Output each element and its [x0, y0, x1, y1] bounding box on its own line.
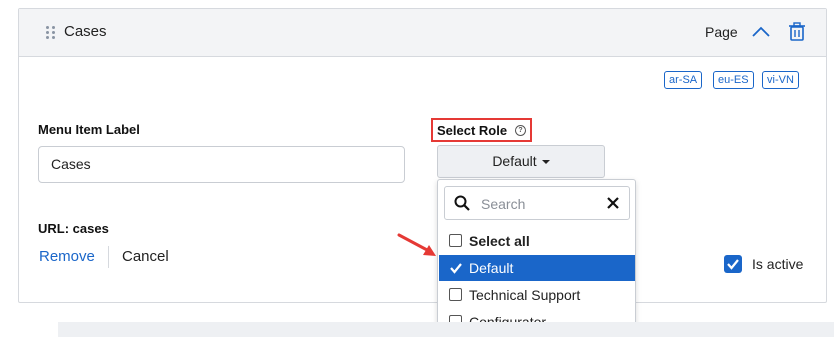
role-dropdown-button[interactable]: Default [437, 145, 605, 178]
divider [108, 246, 109, 268]
checkbox[interactable] [449, 288, 462, 301]
panel-header: Cases Page [19, 9, 826, 57]
caret-down-icon [541, 160, 550, 165]
drag-handle-icon[interactable] [46, 26, 56, 40]
next-panel-edge [58, 322, 834, 337]
role-dropdown-menu: Search Select all Default Technical Supp… [437, 179, 636, 334]
help-icon[interactable]: ? [515, 125, 526, 136]
select-role-highlight: Select Role ? [431, 118, 532, 142]
remove-link[interactable]: Remove [39, 248, 95, 265]
search-placeholder: Search [481, 196, 526, 212]
role-search-input[interactable]: Search [444, 186, 630, 220]
language-badge-eu-es[interactable]: eu-ES [713, 71, 754, 89]
item-type-label: Page [705, 24, 738, 40]
option-label: Select all [469, 233, 530, 249]
clear-search-icon[interactable] [607, 196, 619, 209]
option-technical-support[interactable]: Technical Support [439, 282, 635, 308]
check-icon[interactable] [449, 261, 463, 275]
selected-role-text: Default [492, 153, 537, 169]
panel-title: Cases [64, 23, 107, 40]
trash-icon[interactable] [788, 22, 806, 42]
is-active-label: Is active [752, 256, 804, 272]
annotation-arrow-icon [397, 233, 436, 256]
option-label: Default [469, 260, 514, 276]
cancel-link[interactable]: Cancel [122, 248, 169, 265]
menu-item-label-heading: Menu Item Label [38, 122, 140, 137]
check-icon [727, 259, 739, 270]
select-role-label: Select Role [437, 123, 508, 138]
option-select-all[interactable]: Select all [439, 228, 635, 254]
language-badge-vi-vn[interactable]: vi-VN [762, 71, 799, 89]
checkbox[interactable] [449, 234, 462, 247]
option-label: Technical Support [469, 287, 581, 303]
language-badge-ar-sa[interactable]: ar-SA [664, 71, 703, 89]
is-active-checkbox[interactable] [724, 255, 742, 273]
url-label: URL: cases [38, 221, 109, 236]
search-icon [454, 195, 470, 211]
menu-item-label-input[interactable]: Cases [38, 146, 405, 183]
collapse-chevron-up-icon[interactable] [750, 22, 772, 42]
option-default[interactable]: Default [439, 255, 635, 281]
